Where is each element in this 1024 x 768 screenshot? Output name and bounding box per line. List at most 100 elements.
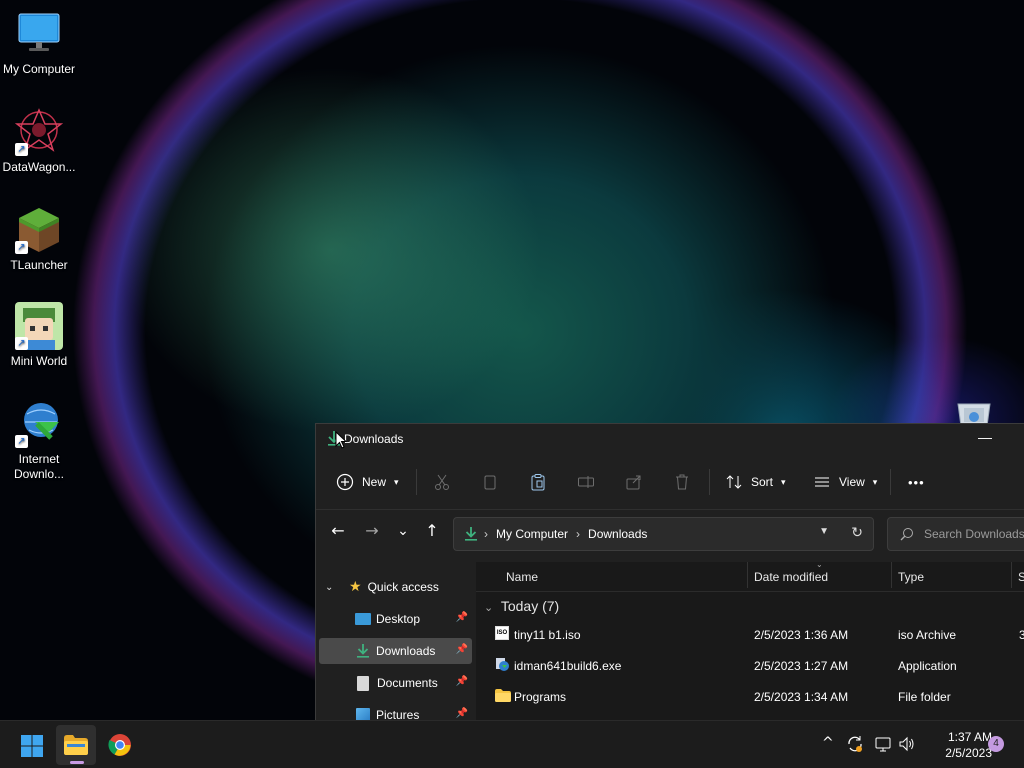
start-button[interactable] bbox=[12, 725, 52, 765]
file-date: 2/5/2023 1:36 AM bbox=[754, 628, 849, 642]
network-icon[interactable] bbox=[874, 735, 892, 755]
column-header-size[interactable]: S bbox=[1018, 570, 1024, 584]
taskbar: ^ 1:37 AM 2/5/2023 bbox=[0, 720, 1024, 768]
notification-badge[interactable]: 4 bbox=[988, 736, 1004, 752]
share-button[interactable] bbox=[625, 468, 643, 496]
cut-button[interactable] bbox=[433, 468, 451, 496]
column-header-type[interactable]: Type bbox=[898, 570, 924, 584]
new-button[interactable]: New ▾ bbox=[336, 468, 399, 496]
desktop-icon-mini-world[interactable]: ↗ Mini World bbox=[0, 302, 78, 369]
rename-icon bbox=[577, 473, 595, 491]
sort-indicator-icon: ⌄ bbox=[816, 560, 823, 569]
shortcut-arrow-icon: ↗ bbox=[15, 435, 28, 448]
sort-arrows-icon bbox=[725, 473, 743, 491]
title-bar[interactable]: Downloads — bbox=[316, 424, 1024, 454]
chevron-down-icon: ▾ bbox=[394, 476, 399, 487]
desktop-icon-label: Internet bbox=[18, 452, 60, 466]
monitor-icon bbox=[15, 10, 63, 58]
copy-button[interactable] bbox=[481, 468, 499, 496]
breadcrumb-downloads[interactable]: Downloads bbox=[588, 527, 647, 541]
plus-circle-icon bbox=[336, 473, 354, 491]
group-header-today[interactable]: ⌄ Today (7) bbox=[484, 598, 559, 614]
volume-icon[interactable] bbox=[898, 735, 916, 755]
group-label: Today (7) bbox=[500, 598, 560, 614]
taskbar-file-explorer[interactable] bbox=[56, 725, 96, 765]
rename-button[interactable] bbox=[577, 468, 595, 496]
windows-logo-icon bbox=[20, 734, 44, 758]
sidebar-item-documents[interactable]: Documents 📌 bbox=[319, 670, 472, 696]
minimize-button[interactable]: — bbox=[970, 428, 1000, 450]
mini-world-app-icon: ↗ bbox=[15, 302, 63, 350]
sidebar-item-label: Quick access bbox=[367, 580, 439, 594]
column-header-date-modified[interactable]: Date modified bbox=[754, 570, 828, 584]
search-placeholder: Search Downloads bbox=[924, 527, 1024, 541]
sidebar-item-quick-access[interactable]: ⌄ ★ Quick access bbox=[319, 574, 472, 600]
column-header-name[interactable]: Name bbox=[506, 570, 538, 584]
desktop-icon-label: DataWagon... bbox=[2, 160, 76, 174]
file-row[interactable]: Programs 2/5/2023 1:34 AM File folder bbox=[476, 683, 1024, 711]
sidebar-item-label: Desktop bbox=[376, 612, 421, 626]
desktop-icon-label-line2: Downlo... bbox=[13, 467, 65, 481]
more-options-button[interactable]: ••• bbox=[908, 468, 925, 496]
up-button[interactable]: ↑ bbox=[420, 520, 444, 542]
sidebar-item-pictures[interactable]: Pictures 📌 bbox=[319, 702, 472, 720]
breadcrumb-my-computer[interactable]: My Computer bbox=[496, 527, 568, 541]
column-divider[interactable] bbox=[891, 562, 892, 588]
pictures-icon bbox=[356, 708, 370, 720]
view-button-label: View bbox=[839, 475, 865, 489]
desktop-icon-tlauncher[interactable]: ↗ TLauncher bbox=[0, 206, 78, 273]
iso-file-icon: ISO bbox=[495, 626, 509, 640]
address-bar[interactable]: › My Computer › Downloads ▼ ↻ bbox=[453, 517, 874, 551]
forward-button[interactable]: → bbox=[360, 520, 384, 542]
file-type: File folder bbox=[898, 690, 951, 704]
share-icon bbox=[625, 473, 643, 491]
sidebar-item-desktop[interactable]: Desktop 📌 bbox=[319, 606, 472, 632]
paste-button[interactable] bbox=[529, 468, 547, 496]
sidebar-item-label: Documents bbox=[377, 676, 438, 690]
file-name: tiny11 b1.iso bbox=[514, 628, 581, 642]
desktop-icon-label: TLauncher bbox=[10, 258, 68, 272]
copy-icon bbox=[481, 473, 499, 491]
pin-icon: 📌 bbox=[455, 708, 468, 719]
column-headers: Name Date modified ⌄ Type S bbox=[476, 560, 1024, 592]
delete-button[interactable] bbox=[673, 468, 691, 496]
back-button[interactable]: ← bbox=[326, 520, 350, 542]
desktop-icon-label: Mini World bbox=[10, 354, 68, 368]
sidebar-item-label: Downloads bbox=[376, 644, 436, 658]
sidebar-item-downloads[interactable]: Downloads 📌 bbox=[319, 638, 472, 664]
desktop-icon-internet-download-manager[interactable]: ↗ Internet Downlo... bbox=[0, 400, 78, 482]
toolbar-divider bbox=[890, 469, 891, 495]
view-button[interactable]: View ▾ bbox=[813, 468, 877, 496]
recent-locations-button[interactable]: ⌄ bbox=[391, 520, 415, 542]
show-hidden-icons-button[interactable]: ^ bbox=[822, 735, 834, 755]
file-type: Application bbox=[898, 659, 957, 673]
file-row[interactable]: idman641build6.exe 2/5/2023 1:27 AM Appl… bbox=[476, 652, 1024, 680]
taskbar-chrome[interactable] bbox=[100, 725, 140, 765]
file-list-pane: Name Date modified ⌄ Type S ⌄ Today (7) … bbox=[476, 560, 1024, 720]
new-button-label: New bbox=[362, 475, 387, 489]
desktop-icon-datawagon[interactable]: ↗ DataWagon... bbox=[0, 108, 78, 175]
file-date: 2/5/2023 1:34 AM bbox=[754, 690, 849, 704]
file-date: 2/5/2023 1:27 AM bbox=[754, 659, 849, 673]
download-arrow-icon bbox=[464, 526, 478, 542]
folder-icon bbox=[64, 735, 88, 755]
sort-button[interactable]: Sort ▾ bbox=[725, 468, 786, 496]
file-row[interactable]: ISO tiny11 b1.iso 2/5/2023 1:36 AM iso A… bbox=[476, 621, 1024, 649]
desktop-icon-my-computer[interactable]: My Computer bbox=[0, 10, 78, 77]
clock-date: 2/5/2023 bbox=[945, 746, 992, 760]
scissors-icon bbox=[433, 473, 451, 491]
search-box[interactable]: Search Downloads bbox=[887, 517, 1024, 551]
datawagon-app-icon: ↗ bbox=[14, 108, 64, 156]
clipboard-icon bbox=[529, 473, 547, 491]
pin-icon: 📌 bbox=[455, 644, 468, 655]
column-divider[interactable] bbox=[1011, 562, 1012, 588]
active-app-indicator bbox=[70, 761, 84, 764]
column-divider[interactable] bbox=[747, 562, 748, 588]
address-history-chevron-icon[interactable]: ▼ bbox=[819, 526, 829, 537]
star-icon: ★ bbox=[349, 579, 362, 595]
tlauncher-grass-block-icon: ↗ bbox=[15, 206, 63, 254]
ellipsis-icon: ••• bbox=[908, 474, 925, 490]
clock[interactable]: 1:37 AM 2/5/2023 bbox=[920, 729, 992, 761]
sync-icon[interactable] bbox=[846, 735, 864, 755]
refresh-icon[interactable]: ↻ bbox=[851, 525, 863, 541]
